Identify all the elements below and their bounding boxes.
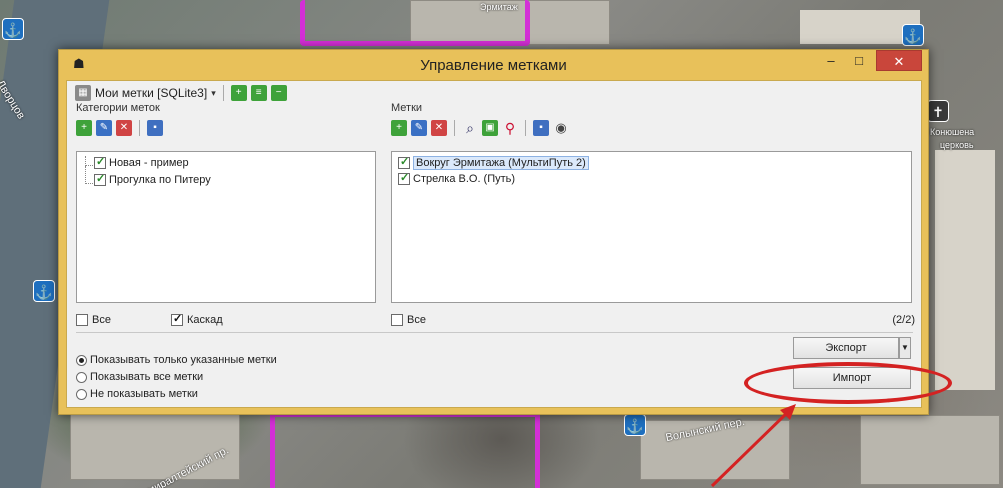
toolbar-separator	[222, 85, 224, 101]
dialog-client-area: ▦ Мои метки [SQLite3] ▾ + ≡ − Категории …	[66, 80, 922, 408]
database-icon: ▦	[75, 85, 91, 101]
marks-toolbar: + ✎ ✕ ⌕ ▣ ⚲ ▪ ◉	[391, 118, 569, 138]
toolbar-separator	[139, 120, 140, 136]
radio-button[interactable]	[76, 354, 87, 366]
categories-tree[interactable]: Новая - пример Прогулка по Питеру	[76, 151, 376, 303]
cascade-label: Каскад	[187, 314, 223, 326]
marks-all-toggle[interactable]: Все	[391, 314, 426, 326]
category-checkbox[interactable]	[94, 155, 106, 169]
dialog-title: Управление метками	[420, 57, 567, 74]
title-bar[interactable]: ☗ Управление метками – □ ✕	[59, 50, 928, 80]
map-building	[70, 410, 240, 480]
export-dropdown-chevron-down-icon[interactable]: ▼	[899, 337, 911, 359]
export-button[interactable]: Экспорт	[793, 337, 899, 359]
search-icon[interactable]: ⌕	[462, 120, 478, 136]
mark-manager-dialog: ☗ Управление метками – □ ✕ ▦ Мои метки […	[58, 49, 929, 415]
radio-button[interactable]	[76, 371, 87, 383]
category-label: Новая - пример	[109, 157, 189, 169]
all-checkbox[interactable]	[391, 314, 403, 326]
pin-icon[interactable]: ⚲	[502, 120, 518, 136]
map-building	[935, 150, 995, 390]
database-toolbar: ▦ Мои метки [SQLite3] ▾ + ≡ −	[75, 83, 287, 103]
street-label: Эрмитаж	[480, 2, 518, 12]
toolbar-separator	[454, 120, 455, 136]
cascade-toggle[interactable]: Каскад	[171, 312, 223, 326]
all-checkbox[interactable]	[76, 314, 88, 326]
category-item[interactable]: Прогулка по Питеру	[94, 172, 211, 186]
map-building	[860, 415, 1000, 485]
marks-list[interactable]: Вокруг Эрмитажа (МультиПуть 2) Стрелка В…	[391, 151, 912, 303]
categories-toolbar: + ✎ ✕ ▪	[76, 118, 163, 138]
edit-database-icon[interactable]: ≡	[250, 85, 267, 101]
all-label: Все	[92, 314, 111, 326]
category-checkbox[interactable]	[94, 172, 106, 186]
display-option-label: Показывать только указанные метки	[90, 354, 277, 366]
categories-all-toggle[interactable]: Все	[76, 314, 111, 326]
display-option-label: Не показывать метки	[90, 388, 198, 400]
mark-item[interactable]: Вокруг Эрмитажа (МультиПуть 2)	[398, 155, 589, 170]
tree-connector	[85, 156, 93, 166]
delete-database-icon[interactable]: −	[270, 85, 287, 101]
save-icon[interactable]: ▪	[147, 120, 163, 136]
database-selector[interactable]: Мои метки [SQLite3]	[95, 86, 207, 100]
divider	[76, 332, 913, 333]
close-button[interactable]: ✕	[876, 50, 922, 71]
display-option[interactable]: Не показывать метки	[76, 388, 198, 400]
chevron-down-icon[interactable]: ▾	[211, 88, 216, 99]
mark-label: Вокруг Эрмитажа (МультиПуть 2)	[413, 156, 589, 170]
categories-label: Категории меток	[76, 102, 160, 114]
display-option[interactable]: Показывать только указанные метки	[76, 354, 277, 366]
view-icon[interactable]: ◉	[553, 120, 569, 136]
add-database-icon[interactable]: +	[230, 85, 247, 101]
category-label: Прогулка по Питеру	[109, 174, 211, 186]
map-select-icon[interactable]: ▣	[482, 120, 498, 136]
marks-count: (2/2)	[892, 314, 915, 326]
anchor-icon[interactable]: ⚓	[2, 18, 24, 40]
anchor-icon[interactable]: ⚓	[624, 414, 646, 436]
mark-item[interactable]: Стрелка В.О. (Путь)	[398, 171, 516, 185]
route-path	[270, 412, 540, 488]
radio-button[interactable]	[76, 388, 87, 400]
cascade-checkbox[interactable]	[171, 312, 183, 326]
anchor-icon[interactable]: ⚓	[33, 280, 55, 302]
delete-category-icon[interactable]: ✕	[116, 120, 132, 136]
add-category-icon[interactable]: +	[76, 120, 92, 136]
street-label: Конюшена	[930, 127, 975, 137]
edit-mark-icon[interactable]: ✎	[411, 120, 427, 136]
category-item[interactable]: Новая - пример	[94, 155, 189, 169]
display-option-label: Показывать все метки	[90, 371, 204, 383]
tree-connector	[85, 166, 93, 184]
all-label: Все	[407, 314, 426, 326]
minimize-button[interactable]: –	[818, 50, 844, 71]
display-option[interactable]: Показывать все метки	[76, 371, 203, 383]
edit-category-icon[interactable]: ✎	[96, 120, 112, 136]
mark-label: Стрелка В.О. (Путь)	[413, 173, 516, 185]
church-icon[interactable]: ✝	[927, 100, 949, 122]
delete-mark-icon[interactable]: ✕	[431, 120, 447, 136]
mark-checkbox[interactable]	[398, 155, 410, 169]
maximize-button[interactable]: □	[846, 50, 872, 71]
marks-label: Метки	[391, 102, 423, 114]
mark-checkbox[interactable]	[398, 171, 410, 185]
street-label: церковь	[940, 140, 974, 150]
anchor-icon[interactable]: ⚓	[902, 24, 924, 46]
add-mark-icon[interactable]: +	[391, 120, 407, 136]
save-icon[interactable]: ▪	[533, 120, 549, 136]
toolbar-separator	[525, 120, 526, 136]
highlight-ellipse	[744, 362, 952, 404]
